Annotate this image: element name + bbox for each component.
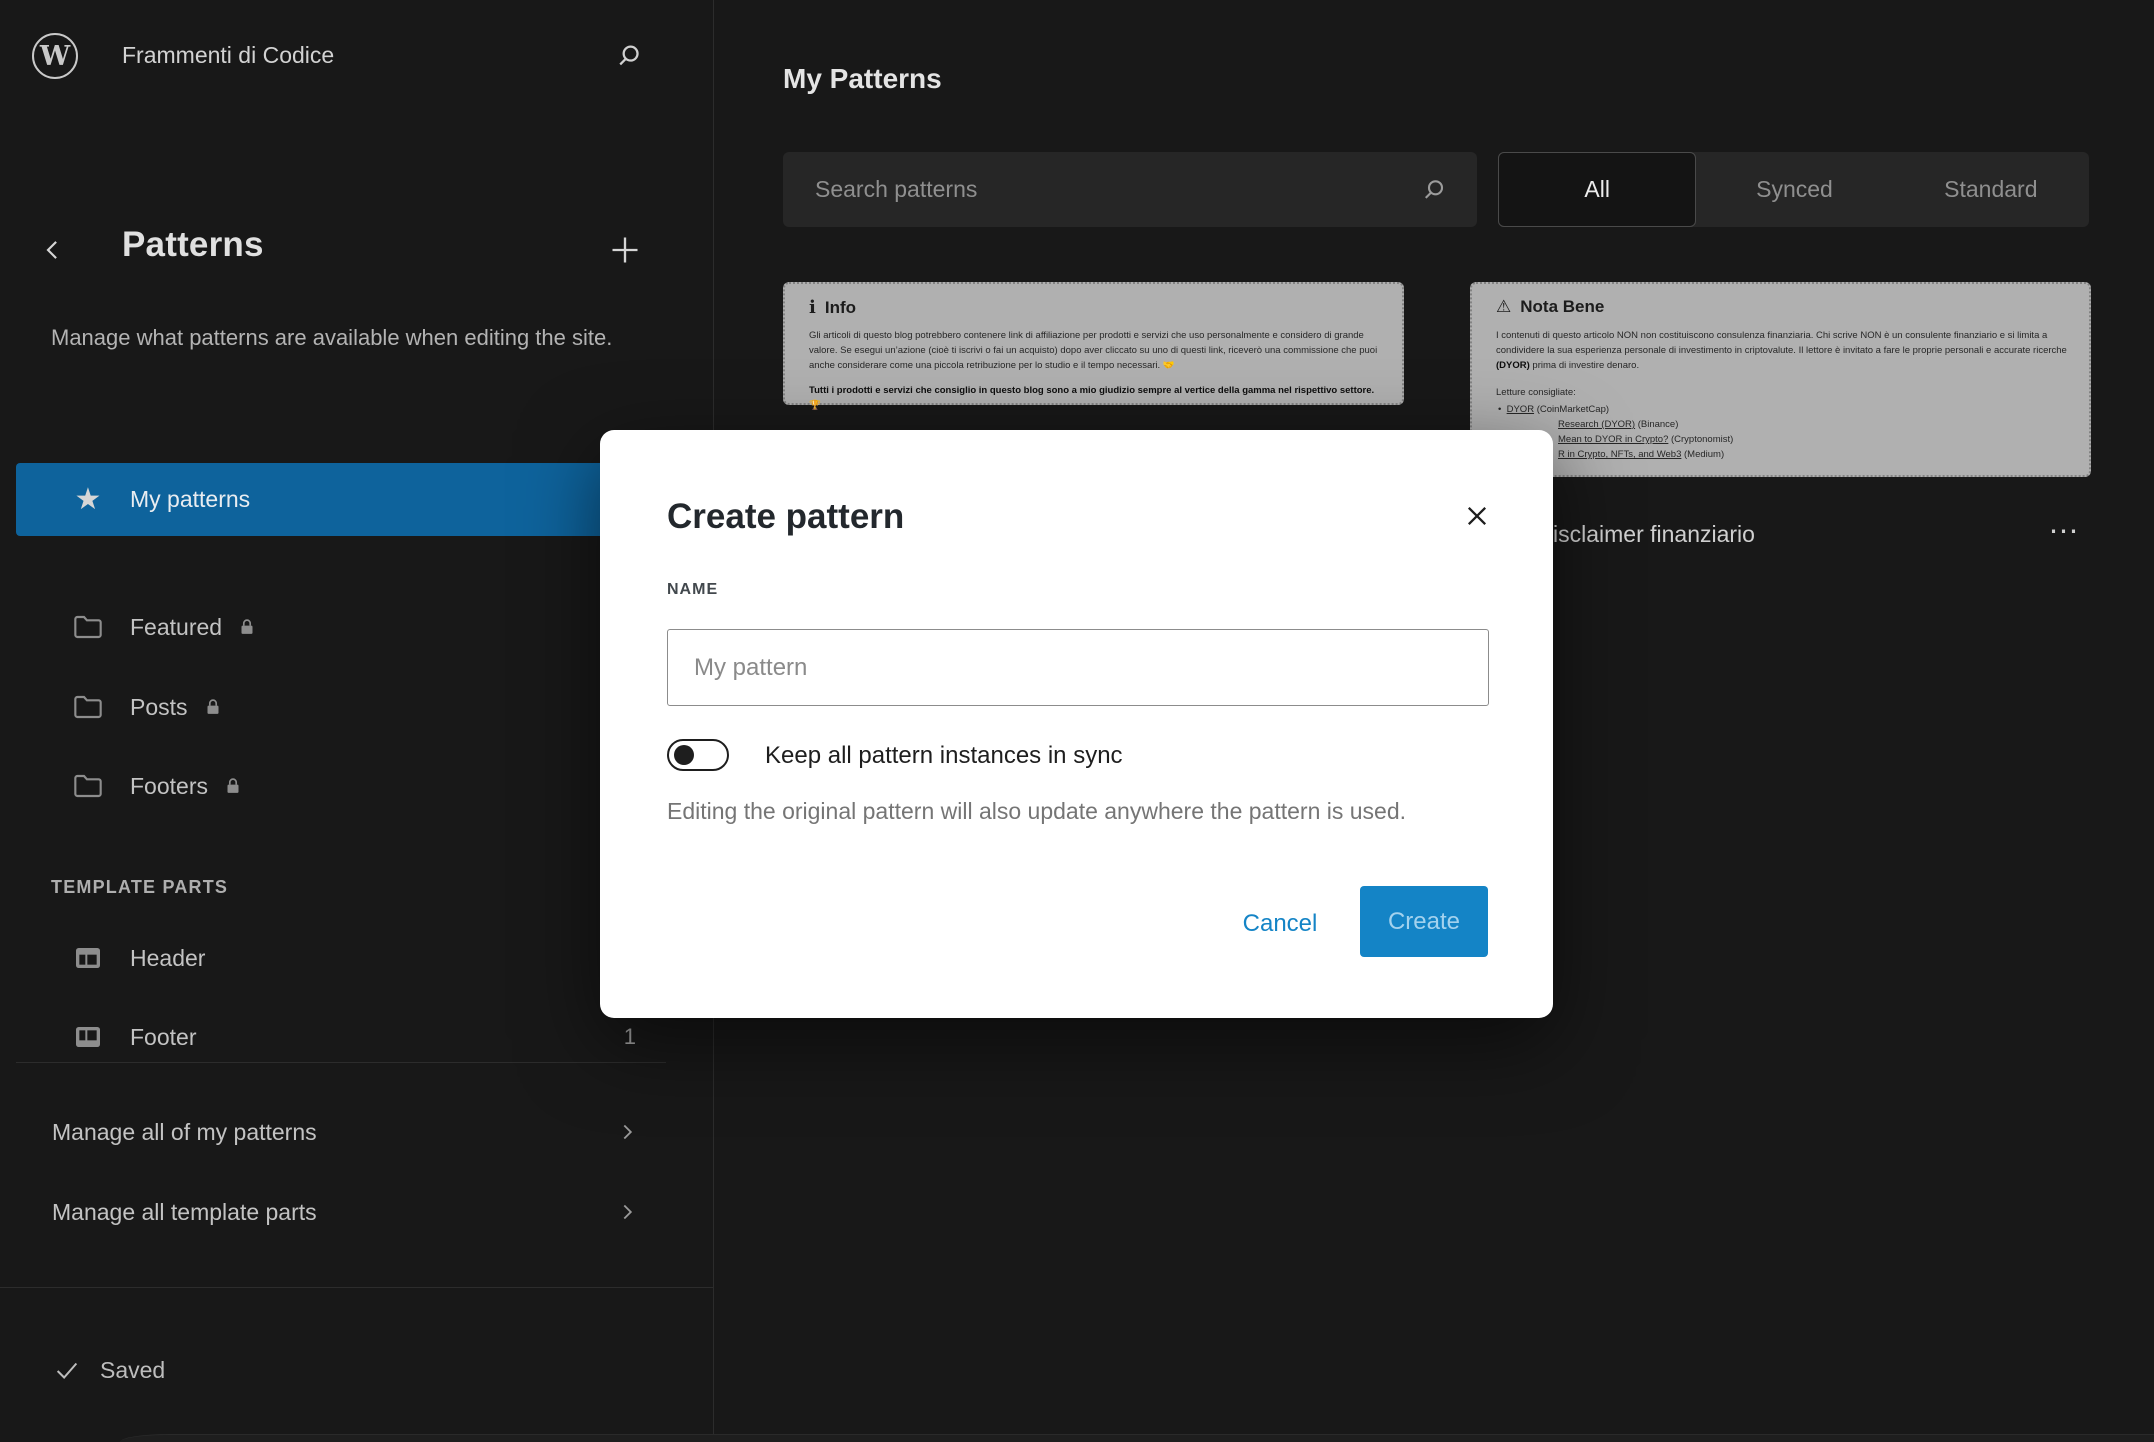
card-paragraph: Gli articoli di questo blog potrebbero c… (809, 328, 1384, 374)
card-text-bold: (DYOR) (1496, 360, 1530, 371)
sync-toggle-label: Keep all pattern instances in sync (765, 742, 1123, 770)
sidebar-item-footer[interactable]: Footer 1 (16, 1004, 698, 1070)
back-button[interactable] (30, 227, 76, 273)
search-icon[interactable] (606, 33, 652, 79)
sync-help-text: Editing the original pattern will also u… (667, 798, 1406, 825)
sidebar-item-posts[interactable]: Posts (16, 674, 698, 740)
close-icon[interactable] (1453, 492, 1501, 540)
folder-icon (72, 691, 104, 723)
ellipsis-menu-icon[interactable]: ⋯ (2036, 508, 2094, 554)
name-field-label: NAME (667, 581, 718, 599)
list-item: Mean to DYOR in Crypto? (Cryptonomist) (1558, 434, 1733, 445)
pattern-card-info[interactable]: i Info Gli articoli di questo blog potre… (783, 282, 1404, 405)
manage-template-parts-link[interactable]: Manage all template parts (16, 1177, 698, 1247)
cancel-button[interactable]: Cancel (1228, 904, 1332, 944)
manage-link-label: Manage all template parts (52, 1199, 317, 1226)
save-status[interactable]: Saved (52, 1348, 165, 1392)
lock-icon (202, 696, 224, 718)
header-template-icon (72, 942, 104, 974)
save-status-label: Saved (100, 1357, 165, 1384)
star-icon: ★ (72, 485, 104, 515)
template-parts-heading: TEMPLATE PARTS (51, 877, 228, 898)
sidebar-description: Manage what patterns are available when … (51, 318, 617, 357)
create-button[interactable]: Create (1360, 886, 1488, 957)
warning-icon: ⚠ (1496, 297, 1511, 317)
card-paragraph: I contenuti di questo articolo NON non c… (1496, 328, 2068, 374)
pattern-item-title: isclaimer finanziario (1553, 521, 1755, 548)
sidebar-item-label: My patterns (130, 486, 250, 513)
plus-icon (605, 230, 645, 270)
sidebar-item-header[interactable]: Header (16, 925, 698, 991)
item-count-badge: 1 (624, 1024, 636, 1050)
card-link[interactable]: Mean to DYOR in Crypto? (1558, 434, 1668, 445)
pattern-name-input[interactable] (667, 629, 1489, 706)
sidebar-item-label: Posts (130, 694, 188, 721)
card-link[interactable]: DYOR (1507, 404, 1534, 415)
list-item: • DYOR (CoinMarketCap) (1498, 404, 1609, 415)
sidebar-item-label: Featured (130, 614, 222, 641)
patterns-search-box (783, 152, 1477, 227)
card-text: (Medium) (1681, 449, 1724, 460)
patterns-search-input[interactable] (783, 152, 1477, 227)
tab-synced[interactable]: Synced (1696, 152, 1892, 227)
check-icon (52, 1355, 82, 1385)
wordpress-logo[interactable]: W (32, 33, 78, 79)
folder-icon (72, 770, 104, 802)
info-icon: i (809, 297, 816, 318)
lock-icon (222, 775, 244, 797)
chevron-left-icon (38, 235, 68, 265)
card-paragraph-bold: Tutti i prodotti e servizi che consiglio… (809, 383, 1384, 413)
sidebar-item-footers[interactable]: Footers (16, 753, 698, 819)
manage-link-label: Manage all of my patterns (52, 1119, 317, 1146)
card-list-intro: Letture consigliate: (1496, 385, 1576, 400)
footer-template-icon (72, 1021, 104, 1053)
sync-toggle[interactable] (667, 739, 729, 771)
modal-title: Create pattern (667, 497, 904, 537)
add-pattern-button[interactable] (602, 227, 648, 273)
sidebar-item-label: Footers (130, 773, 208, 800)
list-item: R in Crypto, NFTs, and Web3 (Medium) (1558, 449, 1724, 460)
lock-icon (236, 616, 258, 638)
card-text: prima di investire denaro. (1530, 360, 1639, 371)
sidebar-item-label: Header (130, 945, 205, 972)
page-title: Patterns (122, 225, 264, 265)
card-text: (CoinMarketCap) (1534, 404, 1609, 415)
card-text: (Binance) (1635, 419, 1678, 430)
canvas-frame-edge (120, 1434, 2154, 1442)
card-title: Nota Bene (1520, 297, 1604, 317)
chevron-right-icon (614, 1119, 640, 1145)
sidebar-item-featured[interactable]: Featured (16, 594, 698, 660)
sidebar-item-label: Footer (130, 1024, 196, 1051)
wordpress-logo-letter: W (40, 43, 70, 70)
card-link[interactable]: R in Crypto, NFTs, and Web3 (1558, 449, 1681, 460)
pattern-card-nota-bene[interactable]: ⚠ Nota Bene I contenuti di questo artico… (1470, 282, 2091, 477)
list-item: Research (DYOR) (Binance) (1558, 419, 1678, 430)
search-icon (1419, 175, 1449, 205)
manage-my-patterns-link[interactable]: Manage all of my patterns (16, 1097, 698, 1167)
divider (0, 1287, 714, 1288)
sidebar-item-my-patterns[interactable]: ★ My patterns (16, 463, 698, 536)
content-title: My Patterns (783, 63, 942, 95)
toggle-knob (674, 745, 694, 765)
divider (16, 1062, 666, 1063)
create-pattern-modal: Create pattern NAME Keep all pattern ins… (600, 430, 1553, 1018)
tab-standard[interactable]: Standard (1893, 152, 2089, 227)
card-title: Info (825, 298, 856, 318)
card-link[interactable]: Research (DYOR) (1558, 419, 1635, 430)
card-text: (Cryptonomist) (1668, 434, 1733, 445)
chevron-right-icon (614, 1199, 640, 1225)
folder-icon (72, 611, 104, 643)
card-text: I contenuti di questo articolo NON non c… (1496, 330, 2067, 356)
pattern-filter-tabs: All Synced Standard (1498, 152, 2089, 227)
tab-all[interactable]: All (1498, 152, 1696, 227)
site-title: Frammenti di Codice (122, 42, 334, 69)
